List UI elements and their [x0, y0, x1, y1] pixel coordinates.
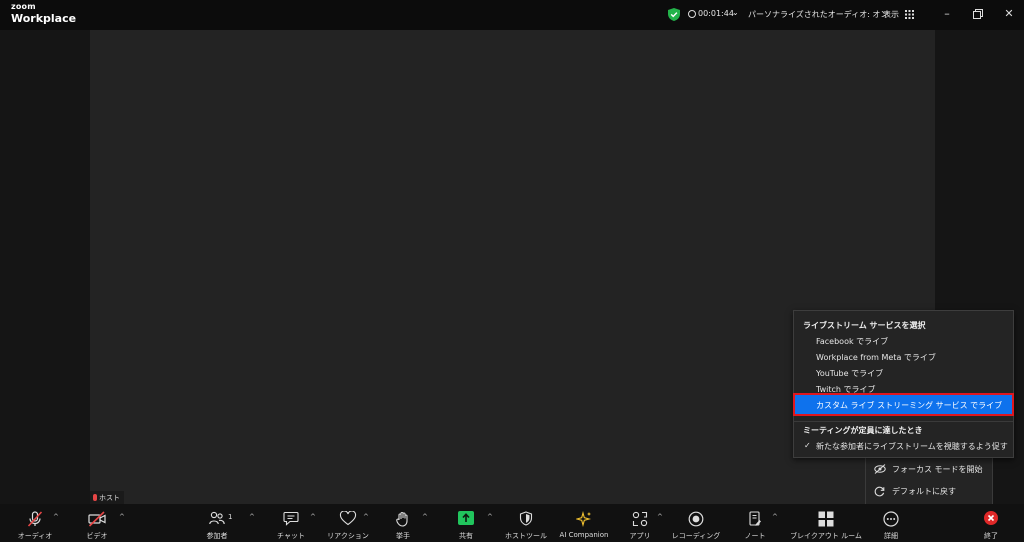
participants-options-chevron-icon[interactable]: ^: [249, 513, 255, 521]
participants-icon: [209, 511, 225, 525]
more-dots-icon: [883, 511, 899, 527]
raise-hand-icon: [396, 511, 408, 527]
reactions-options-chevron-icon[interactable]: ^: [363, 513, 369, 521]
end-button[interactable]: 終了: [976, 504, 1006, 542]
livestream-service-menu: ライブストリーム サービスを選択 Facebook でライブ Workplace…: [793, 310, 1014, 458]
end-label: 終了: [984, 532, 998, 540]
livestream-heading: ライブストリーム サービスを選択: [803, 321, 926, 330]
restore-icon[interactable]: [970, 6, 986, 22]
more-label: 詳細: [884, 532, 898, 540]
ai-companion-label: AI Companion: [559, 531, 609, 539]
video-options-chevron-icon[interactable]: ^: [119, 513, 125, 521]
more-button[interactable]: 詳細: [876, 504, 906, 542]
muted-mic-icon: [93, 494, 97, 501]
notes-button[interactable]: ノート: [740, 504, 770, 542]
more-options-menu: フォーカス モードを開始 デフォルトに戻す: [865, 455, 993, 505]
audio-label: オーディオ: [17, 532, 53, 540]
chat-label: チャット: [277, 532, 305, 540]
notes-options-chevron-icon[interactable]: ^: [772, 513, 778, 521]
capacity-heading: ミーティングが定員に達したとき: [803, 426, 923, 435]
video-label: ビデオ: [86, 532, 108, 540]
chat-button[interactable]: チャット: [274, 504, 308, 542]
chat-icon: [283, 511, 299, 526]
record-icon: [688, 511, 704, 527]
meeting-toolbar: オーディオ ^ ビデオ ^ 参加者 1 ^ チャット ^ リアクション ^ 挙手…: [0, 504, 1024, 542]
share-button[interactable]: 共有: [451, 504, 481, 542]
recording-button[interactable]: レコーディング: [671, 504, 721, 542]
recording-label: レコーディング: [671, 532, 721, 540]
clock-icon: [688, 10, 696, 18]
custom-livestream-label: カスタム ライブ ストリーミング サービス でライブ: [816, 401, 1003, 410]
share-options-chevron-icon[interactable]: ^: [487, 513, 493, 521]
host-tools-shield-icon: [519, 511, 533, 526]
focus-mode-item[interactable]: フォーカス モードを開始: [866, 458, 992, 480]
video-off-icon: [88, 511, 106, 527]
raise-hand-button[interactable]: 挙手: [388, 504, 418, 542]
raise-hand-options-chevron-icon[interactable]: ^: [422, 513, 428, 521]
reactions-button[interactable]: リアクション: [327, 504, 369, 542]
apps-button[interactable]: アプリ: [625, 504, 655, 542]
host-name-tag: ホスト: [90, 491, 124, 504]
menu-item-facebook[interactable]: Facebook でライブ: [816, 336, 888, 347]
close-icon[interactable]: ✕: [1001, 6, 1017, 22]
share-arrow-icon: [458, 511, 474, 525]
checkmark-icon: ✓: [804, 441, 811, 450]
breakout-rooms-label: ブレイクアウト ルーム: [790, 532, 862, 540]
notes-icon: [749, 511, 761, 526]
host-tools-button[interactable]: ホストツール: [504, 504, 548, 542]
logo-workplace-text: Workplace: [11, 12, 77, 25]
end-x-icon: [984, 511, 998, 525]
zoom-workplace-logo: zoom Workplace: [11, 2, 77, 25]
zoom-window: zoom Workplace 00:01:44 ⌄ パーソナライズされたオーディ…: [0, 0, 1024, 542]
audio-options-chevron-icon[interactable]: ^: [53, 513, 59, 521]
view-button[interactable]: 表示: [883, 9, 899, 20]
breakout-rooms-button[interactable]: ブレイクアウト ルーム: [790, 504, 862, 542]
title-bar: zoom Workplace 00:01:44 ⌄ パーソナライズされたオーディ…: [0, 0, 1024, 30]
video-button[interactable]: ビデオ: [80, 504, 114, 542]
breakout-rooms-icon: [818, 511, 834, 527]
apps-label: アプリ: [629, 532, 651, 540]
grid-view-icon[interactable]: [905, 10, 914, 19]
share-label: 共有: [459, 532, 473, 540]
audio-button[interactable]: オーディオ: [18, 504, 52, 542]
apps-icon: [632, 511, 648, 527]
participants-button[interactable]: 参加者: [200, 504, 234, 542]
menu-item-workplace[interactable]: Workplace from Meta でライブ: [816, 352, 936, 363]
chevron-down-icon[interactable]: ⌄: [732, 8, 739, 17]
participants-count: 1: [228, 513, 233, 521]
menu-item-prompt-viewers[interactable]: 新たな参加者にライブストリームを視聴するよう促す: [816, 441, 1008, 452]
reset-default-item[interactable]: デフォルトに戻す: [866, 480, 992, 502]
eye-slash-icon: [874, 464, 886, 474]
reset-default-label: デフォルトに戻す: [892, 486, 956, 496]
logo-zoom-text: zoom: [11, 2, 36, 11]
minimize-icon[interactable]: –: [939, 6, 955, 22]
apps-options-chevron-icon[interactable]: ^: [657, 513, 663, 521]
ai-companion-button[interactable]: AI Companion: [556, 504, 612, 542]
menu-item-youtube[interactable]: YouTube でライブ: [816, 368, 883, 379]
menu-divider: [794, 421, 1013, 422]
raise-hand-label: 挙手: [396, 532, 410, 540]
refresh-icon: [874, 486, 885, 496]
focus-mode-label: フォーカス モードを開始: [892, 464, 983, 474]
chat-options-chevron-icon[interactable]: ^: [310, 513, 316, 521]
heart-icon: [339, 511, 357, 526]
reactions-label: リアクション: [327, 532, 369, 540]
encryption-shield-icon[interactable]: [668, 8, 680, 21]
notes-label: ノート: [744, 532, 766, 540]
sparkle-icon: [576, 511, 592, 527]
participants-label: 参加者: [206, 532, 228, 540]
meeting-timer[interactable]: 00:01:44: [698, 9, 734, 18]
personalized-audio-status[interactable]: パーソナライズされたオーディオ: オン: [748, 9, 888, 20]
host-tools-label: ホストツール: [505, 532, 547, 540]
menu-item-custom-livestream[interactable]: カスタム ライブ ストリーミング サービス でライブ: [793, 393, 1014, 416]
mic-muted-icon: [27, 511, 43, 527]
host-label: ホスト: [99, 493, 120, 502]
